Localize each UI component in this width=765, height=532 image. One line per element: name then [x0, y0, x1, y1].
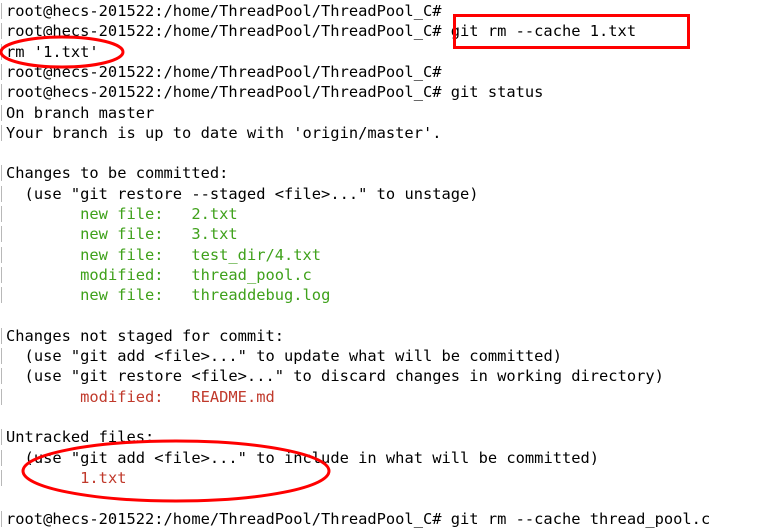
output-line: On branch master [6, 103, 154, 123]
line-text: Changes not staged for commit: [6, 326, 284, 345]
status-label: modified: [80, 265, 192, 284]
status-label: new file: [80, 286, 192, 305]
output-line: new file: 2.txt [6, 204, 238, 224]
line-margin-marker [1, 23, 2, 40]
line-text: root@hecs-201522:/home/ThreadPool/Thread… [6, 509, 711, 528]
line-text: (use "git add <file>..." to include in w… [24, 448, 600, 467]
output-line: (use "git add <file>..." to update what … [6, 346, 562, 366]
file-name: thread_pool.c [191, 265, 312, 284]
line-margin-marker [1, 84, 2, 101]
prompt-line: root@hecs-201522:/home/ThreadPool/Thread… [6, 509, 710, 529]
line-text: On branch master [6, 103, 155, 122]
line-margin-marker [1, 327, 2, 344]
line-text: root@hecs-201522:/home/ThreadPool/Thread… [6, 2, 442, 20]
status-label: new file: [80, 205, 192, 223]
file-name: 3.txt [191, 225, 238, 244]
line-margin-marker [1, 206, 2, 222]
file-name: test_dir/4.txt [191, 245, 322, 264]
line-text: Untracked files: [6, 428, 155, 447]
prompt-line: root@hecs-201522:/home/ThreadPool/Thread… [6, 62, 442, 82]
output-line: new file: threaddebug.log [6, 285, 330, 305]
line-margin-marker [1, 287, 2, 304]
line-text: Your branch is up to date with 'origin/m… [6, 123, 442, 142]
output-line: (use "git restore --staged <file>..." to… [6, 184, 479, 204]
prompt-line: root@hecs-201522:/home/ThreadPool/Thread… [6, 1, 442, 21]
line-margin-marker [1, 104, 2, 121]
output-line: 1.txt [6, 468, 126, 488]
output-line: Untracked files: [6, 427, 154, 447]
line-margin-marker [1, 226, 2, 243]
line-margin-marker [1, 348, 2, 365]
status-label: modified: [80, 387, 192, 406]
file-name: threaddebug.log [191, 286, 331, 305]
line-margin-marker [1, 124, 2, 141]
line-text: (use "git restore --staged <file>..." to… [24, 184, 479, 203]
line-margin-marker [1, 266, 2, 283]
line-margin-marker [1, 388, 2, 405]
line-margin-marker [1, 43, 2, 60]
output-line: new file: 3.txt [6, 224, 238, 244]
line-text: (use "git restore <file>..." to discard … [24, 367, 664, 386]
file-name: README.md [191, 387, 275, 406]
output-line: (use "git restore <file>..." to discard … [6, 366, 664, 386]
output-line: modified: README.md [6, 387, 275, 407]
line-margin-marker [1, 165, 2, 182]
line-text: root@hecs-201522:/home/ThreadPool/Thread… [6, 83, 544, 102]
status-label: new file: [80, 245, 192, 264]
line-margin-marker [1, 368, 2, 385]
line-margin-marker [1, 3, 2, 19]
output-line: Your branch is up to date with 'origin/m… [6, 123, 442, 143]
line-margin-marker [1, 510, 2, 527]
line-text: (use "git add <file>..." to update what … [24, 347, 562, 366]
line-margin-marker [1, 63, 2, 80]
file-name: 2.txt [191, 205, 238, 223]
line-margin-marker [1, 185, 2, 202]
file-name: 1.txt [80, 468, 127, 487]
output-line: Changes to be committed: [6, 163, 228, 183]
output-line: Changes not staged for commit: [6, 326, 284, 346]
prompt-line: root@hecs-201522:/home/ThreadPool/Thread… [6, 82, 543, 102]
line-text: Changes to be committed: [6, 164, 229, 183]
output-line: modified: thread_pool.c [6, 265, 312, 285]
line-margin-marker [1, 246, 2, 263]
annotation-box-command [453, 14, 690, 49]
output-line: (use "git add <file>..." to include in w… [6, 448, 600, 468]
line-margin-marker [1, 469, 2, 486]
line-text: root@hecs-201522:/home/ThreadPool/Thread… [6, 62, 442, 81]
line-margin-marker [1, 429, 2, 446]
status-label: new file: [80, 225, 192, 244]
terminal-window[interactable]: root@hecs-201522:/home/ThreadPool/Thread… [0, 0, 765, 532]
output-line: rm '1.txt' [6, 42, 99, 62]
line-text: rm '1.txt' [6, 42, 99, 61]
line-margin-marker [1, 449, 2, 466]
output-line: new file: test_dir/4.txt [6, 245, 321, 265]
